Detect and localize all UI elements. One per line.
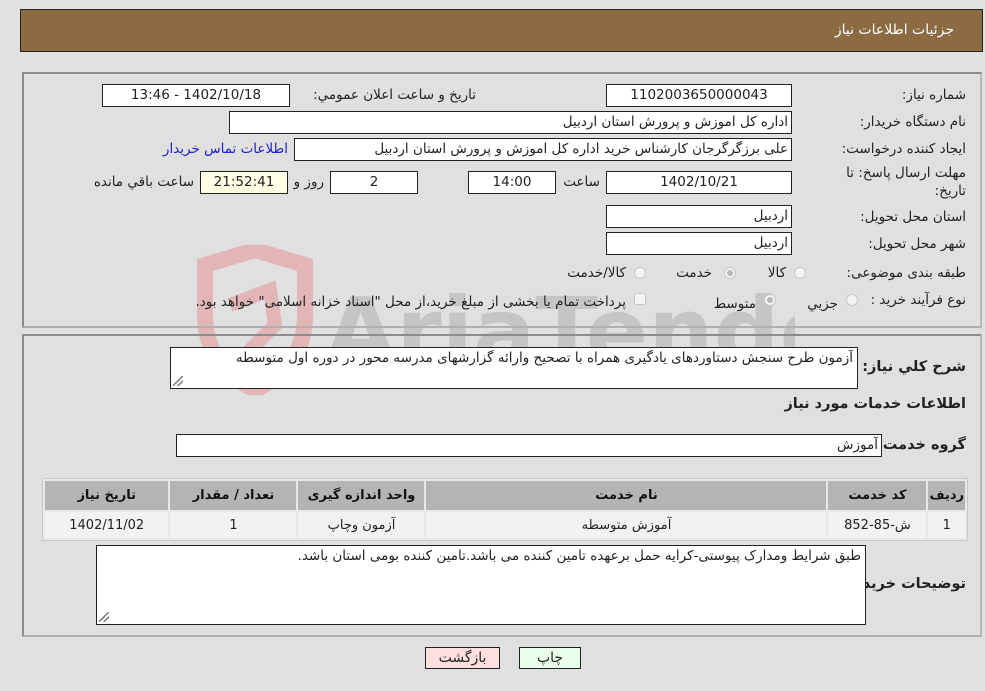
process-option-minor: جزيي <box>807 296 838 312</box>
resize-grip-icon[interactable] <box>99 612 109 622</box>
col-header-unit: واحد اندازه گیری <box>298 481 425 510</box>
services-panel: شرح کلي نیاز: آزمون طرح سنجش دستاوردهای … <box>22 334 982 637</box>
cell-row-number: 1 <box>928 512 965 538</box>
category-label: طبقه بندی موضوعی: <box>846 265 966 281</box>
treasury-checkbox-label: پرداخت تمام یا بخشی از مبلغ خرید،از محل … <box>195 294 626 310</box>
print-button[interactable]: چاپ <box>519 647 581 669</box>
treasury-checkbox[interactable] <box>634 293 646 305</box>
need-number-label: شماره نیاز: <box>901 87 966 103</box>
announce-datetime-field: 1402/10/18 - 13:46 <box>102 84 290 107</box>
requester-label: ایجاد کننده درخواست: <box>841 141 966 157</box>
deadline-date-field: 1402/10/21 <box>606 171 792 194</box>
category-radio-goods[interactable] <box>794 267 806 279</box>
remaining-time-field: 21:52:41 <box>200 171 288 194</box>
days-label: روز و <box>293 174 324 190</box>
table-header-row: ردیف کد خدمت نام خدمت واحد اندازه گیری ت… <box>45 481 965 510</box>
cell-service-code: ش-85-852 <box>828 512 927 538</box>
province-label: استان محل تحویل: <box>860 209 966 225</box>
col-header-quantity: تعداد / مقدار <box>170 481 297 510</box>
buyer-notes-text: طبق شرایط ومدارک پیوستی-کرایه حمل برعهده… <box>297 548 861 564</box>
back-button[interactable]: بازگشت <box>425 647 500 669</box>
services-section-title: اطلاعات خدمات مورد نیاز <box>784 396 966 412</box>
deadline-time-field: 14:00 <box>468 171 556 194</box>
cell-unit: آزمون وچاپ <box>298 512 425 538</box>
requester-field: علی برزگرگرجان کارشناس خرید اداره کل امو… <box>294 138 792 161</box>
city-field: اردبیل <box>606 232 792 255</box>
need-number-field: 1102003650000043 <box>606 84 792 107</box>
cell-need-date: 1402/11/02 <box>45 512 169 538</box>
process-radio-minor[interactable] <box>846 294 858 306</box>
deadline-time-label: ساعت <box>563 174 600 190</box>
category-radio-goods-service[interactable] <box>634 267 646 279</box>
services-table: ردیف کد خدمت نام خدمت واحد اندازه گیری ت… <box>42 478 968 541</box>
city-label: شهر محل تحویل: <box>868 236 966 252</box>
page-header: جزئیات اطلاعات نیاز <box>20 9 983 52</box>
service-group-field: آموزش <box>176 434 882 457</box>
days-remaining-field: 2 <box>330 171 418 194</box>
description-label: شرح کلي نیاز: <box>862 359 966 375</box>
col-header-row-number: ردیف <box>928 481 965 510</box>
buyer-org-field: اداره کل اموزش و پرورش استان اردبیل <box>229 111 792 134</box>
announce-label: تاریخ و ساعت اعلان عمومي: <box>313 87 476 103</box>
description-text: آزمون طرح سنجش دستاوردهای یادگیری همراه … <box>235 350 853 366</box>
col-header-need-date: تاریخ نیاز <box>45 481 169 510</box>
page-title: جزئیات اطلاعات نیاز <box>834 22 954 38</box>
buyer-notes-textarea[interactable]: طبق شرایط ومدارک پیوستی-کرایه حمل برعهده… <box>96 545 866 625</box>
process-radio-medium[interactable] <box>764 294 776 306</box>
need-details-panel: شماره نیاز: 1102003650000043 تاریخ و ساع… <box>22 72 982 328</box>
resize-grip-icon[interactable] <box>173 376 183 386</box>
category-option-goods: کالا <box>767 265 786 281</box>
category-option-service: خدمت <box>676 265 712 281</box>
cell-service-name: آموزش متوسطه <box>426 512 827 538</box>
province-field: اردبیل <box>606 205 792 228</box>
process-label: نوع فرآیند خرید : <box>870 292 966 308</box>
service-group-label: گروه خدمت: <box>876 437 966 453</box>
remaining-time-label: ساعت باقي مانده <box>93 174 194 190</box>
col-header-service-code: کد خدمت <box>828 481 927 510</box>
col-header-service-name: نام خدمت <box>426 481 827 510</box>
process-option-medium: متوسط <box>713 296 756 312</box>
buyer-org-label: نام دستگاه خریدار: <box>859 114 966 130</box>
table-row: 1 ش-85-852 آموزش متوسطه آزمون وچاپ 1 140… <box>45 512 965 538</box>
buyer-contact-link[interactable]: اطلاعات تماس خریدار <box>163 141 288 157</box>
cell-quantity: 1 <box>170 512 297 538</box>
category-radio-service[interactable] <box>724 267 736 279</box>
description-textarea[interactable]: آزمون طرح سنجش دستاوردهای یادگیری همراه … <box>170 347 858 389</box>
category-option-goods-service: کالا/خدمت <box>567 265 626 281</box>
deadline-label: مهلت ارسال پاسخ: تا تاریخ: <box>846 165 966 199</box>
